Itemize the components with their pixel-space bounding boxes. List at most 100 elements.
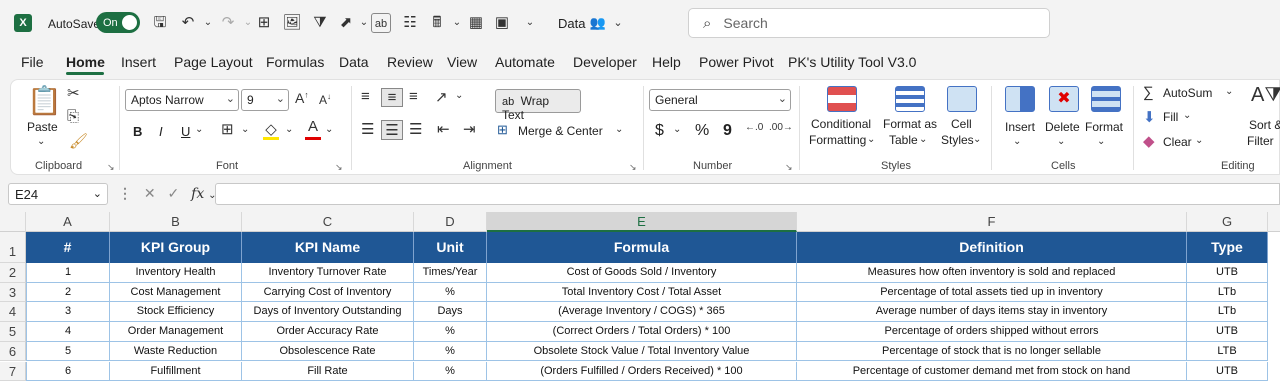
number-launcher-icon[interactable]: ↘ <box>785 162 793 173</box>
fill-button[interactable]: Fill <box>1163 110 1178 124</box>
table-cell-kpi-group[interactable]: Order Management <box>110 322 242 342</box>
align-bottom-icon[interactable]: ≡ <box>409 88 418 105</box>
font-launcher-icon[interactable]: ↘ <box>335 162 343 173</box>
search-input[interactable]: ⌕ Search <box>688 8 1050 38</box>
currency-dropdown-icon[interactable]: ⌄ <box>673 124 681 135</box>
table-cell-number[interactable]: 2 <box>26 282 110 303</box>
clear-dropdown-icon[interactable]: ⌄ <box>1195 135 1203 146</box>
borders-dropdown-icon[interactable]: ⌄ <box>241 124 249 135</box>
format-as-label[interactable]: Format as <box>883 117 937 131</box>
tab-view[interactable]: View <box>447 54 477 70</box>
font-color-icon[interactable]: A <box>305 118 321 140</box>
table-cell-unit[interactable]: % <box>414 361 487 382</box>
eraser-icon[interactable]: ◆ <box>1143 132 1155 150</box>
undo-dropdown-icon[interactable]: ⌄ <box>198 13 218 33</box>
table-label[interactable]: Table <box>889 133 918 147</box>
align-right-icon[interactable]: ☰ <box>409 120 422 138</box>
tab-data[interactable]: Data <box>339 54 369 70</box>
more-icon[interactable]: ⋮ <box>118 185 132 201</box>
cut-icon[interactable]: ✂ <box>67 84 80 102</box>
insert-dropdown-icon[interactable]: ⌄ <box>1013 136 1021 147</box>
table-cell-kpi-name[interactable]: Obsolescence Rate <box>242 341 414 362</box>
number-format-select[interactable]: General ⌄ <box>649 89 791 111</box>
table-cell-type[interactable]: LTb <box>1187 282 1268 303</box>
paste-dropdown-icon[interactable]: ⌄ <box>37 136 45 147</box>
borders-icon[interactable]: ⊞ <box>254 13 274 33</box>
column-header-g[interactable]: G <box>1187 212 1268 232</box>
format-painter-icon[interactable]: 🖌 <box>69 132 88 150</box>
font-name-select[interactable]: Aptos Narrow ⌄ <box>125 89 239 111</box>
redo-icon[interactable]: ↷ <box>218 13 238 33</box>
table-cell-type[interactable]: UTB <box>1187 361 1268 382</box>
cell-label[interactable]: Cell <box>951 117 972 131</box>
increase-font-icon[interactable]: A↑ <box>295 90 308 106</box>
font-color-dropdown-icon[interactable]: ⌄ <box>325 124 333 135</box>
table-header-definition[interactable]: Definition <box>797 232 1187 263</box>
tab-file[interactable]: File <box>21 54 44 70</box>
italic-button[interactable]: I <box>159 124 163 139</box>
insert-function-icon[interactable]: fx <box>191 186 204 202</box>
bold-button[interactable]: B <box>133 124 142 139</box>
tab-developer[interactable]: Developer <box>573 54 637 70</box>
autosum-icon[interactable]: ∑ <box>1143 84 1154 101</box>
title-dropdown-icon[interactable]: ⌄ <box>608 13 628 33</box>
align-center-icon[interactable]: ☰ <box>381 120 403 140</box>
table-cell-formula[interactable]: Cost of Goods Sold / Inventory <box>487 263 797 283</box>
filter-label[interactable]: Filter <box>1247 134 1274 148</box>
tab-utility-tool[interactable]: PK's Utility Tool V3.0 <box>788 54 916 70</box>
tab-review[interactable]: Review <box>387 54 433 70</box>
column-header-f[interactable]: F <box>797 212 1187 232</box>
table-header-type[interactable]: Type <box>1187 232 1268 263</box>
tab-formulas[interactable]: Formulas <box>266 54 324 70</box>
table-cell-kpi-group[interactable]: Inventory Health <box>110 263 242 283</box>
tab-power-pivot[interactable]: Power Pivot <box>699 54 774 70</box>
sort-filter-icon[interactable]: A⧩ <box>1251 84 1280 107</box>
table-cell-number[interactable]: 6 <box>26 361 110 382</box>
decrease-indent-icon[interactable]: ⇤ <box>437 120 450 138</box>
share-people-icon[interactable]: 👥 <box>588 13 608 33</box>
table-cell-number[interactable]: 5 <box>26 341 110 362</box>
tab-help[interactable]: Help <box>652 54 681 70</box>
table-cell-kpi-name[interactable]: Fill Rate <box>242 361 414 382</box>
fill-dropdown-icon[interactable]: ⌄ <box>1183 110 1191 121</box>
select-all-corner[interactable] <box>0 212 26 232</box>
table-cell-type[interactable]: UTB <box>1187 322 1268 342</box>
paste-button[interactable]: Paste <box>27 120 58 134</box>
format-cells-icon[interactable] <box>1091 86 1121 112</box>
undo-icon[interactable]: ↶ <box>178 13 198 33</box>
autosave-toggle[interactable]: On <box>96 12 140 33</box>
table-cell-type[interactable]: LTB <box>1187 341 1268 362</box>
table-cell-kpi-group[interactable]: Cost Management <box>110 282 242 303</box>
formula-input[interactable] <box>215 183 1280 205</box>
comma-button[interactable]: 9 <box>723 122 732 140</box>
table-cell-formula[interactable]: Total Inventory Cost / Total Asset <box>487 282 797 303</box>
format-table-dropdown-icon[interactable]: ⌄ <box>919 134 927 145</box>
table-cell-formula[interactable]: (Orders Fulfilled / Orders Received) * 1… <box>487 361 797 382</box>
fill-color-icon[interactable]: ◇ <box>263 120 279 140</box>
table-cell-unit[interactable]: Times/Year <box>414 263 487 283</box>
align-left-icon[interactable]: ☰ <box>361 120 374 138</box>
increase-decimal-icon[interactable]: ←.0 <box>745 122 763 133</box>
enter-icon[interactable]: ✓ <box>168 185 180 201</box>
decrease-decimal-icon[interactable]: .00→ <box>769 122 793 133</box>
format-button[interactable]: Format <box>1085 120 1123 134</box>
tab-home[interactable]: Home <box>66 54 105 70</box>
table-cell-kpi-group[interactable]: Fulfillment <box>110 361 242 382</box>
column-header-a[interactable]: A <box>26 212 110 232</box>
tab-insert[interactable]: Insert <box>121 54 156 70</box>
document-title[interactable]: Data <box>558 16 585 31</box>
table-cell-unit[interactable]: % <box>414 282 487 303</box>
name-box[interactable]: E24 ⌄ <box>8 183 108 205</box>
table-cell-formula[interactable]: (Average Inventory / COGS) * 365 <box>487 302 797 323</box>
alignment-launcher-icon[interactable]: ↘ <box>629 162 637 173</box>
delete-button[interactable]: Delete <box>1045 120 1080 134</box>
table-header-unit[interactable]: Unit <box>414 232 487 263</box>
underline-button[interactable]: U <box>181 124 190 139</box>
copy-icon[interactable]: ⎘ <box>67 108 79 125</box>
table-cell-definition[interactable]: Percentage of orders shipped without err… <box>797 322 1187 342</box>
table-cell-formula[interactable]: Obsolete Stock Value / Total Inventory V… <box>487 341 797 362</box>
table-cell-kpi-group[interactable]: Waste Reduction <box>110 341 242 362</box>
cell-styles-dropdown-icon[interactable]: ⌄ <box>973 134 981 145</box>
calculator-dropdown-icon[interactable]: ⌄ <box>447 13 467 33</box>
paste-icon[interactable]: 📋 <box>27 84 62 117</box>
